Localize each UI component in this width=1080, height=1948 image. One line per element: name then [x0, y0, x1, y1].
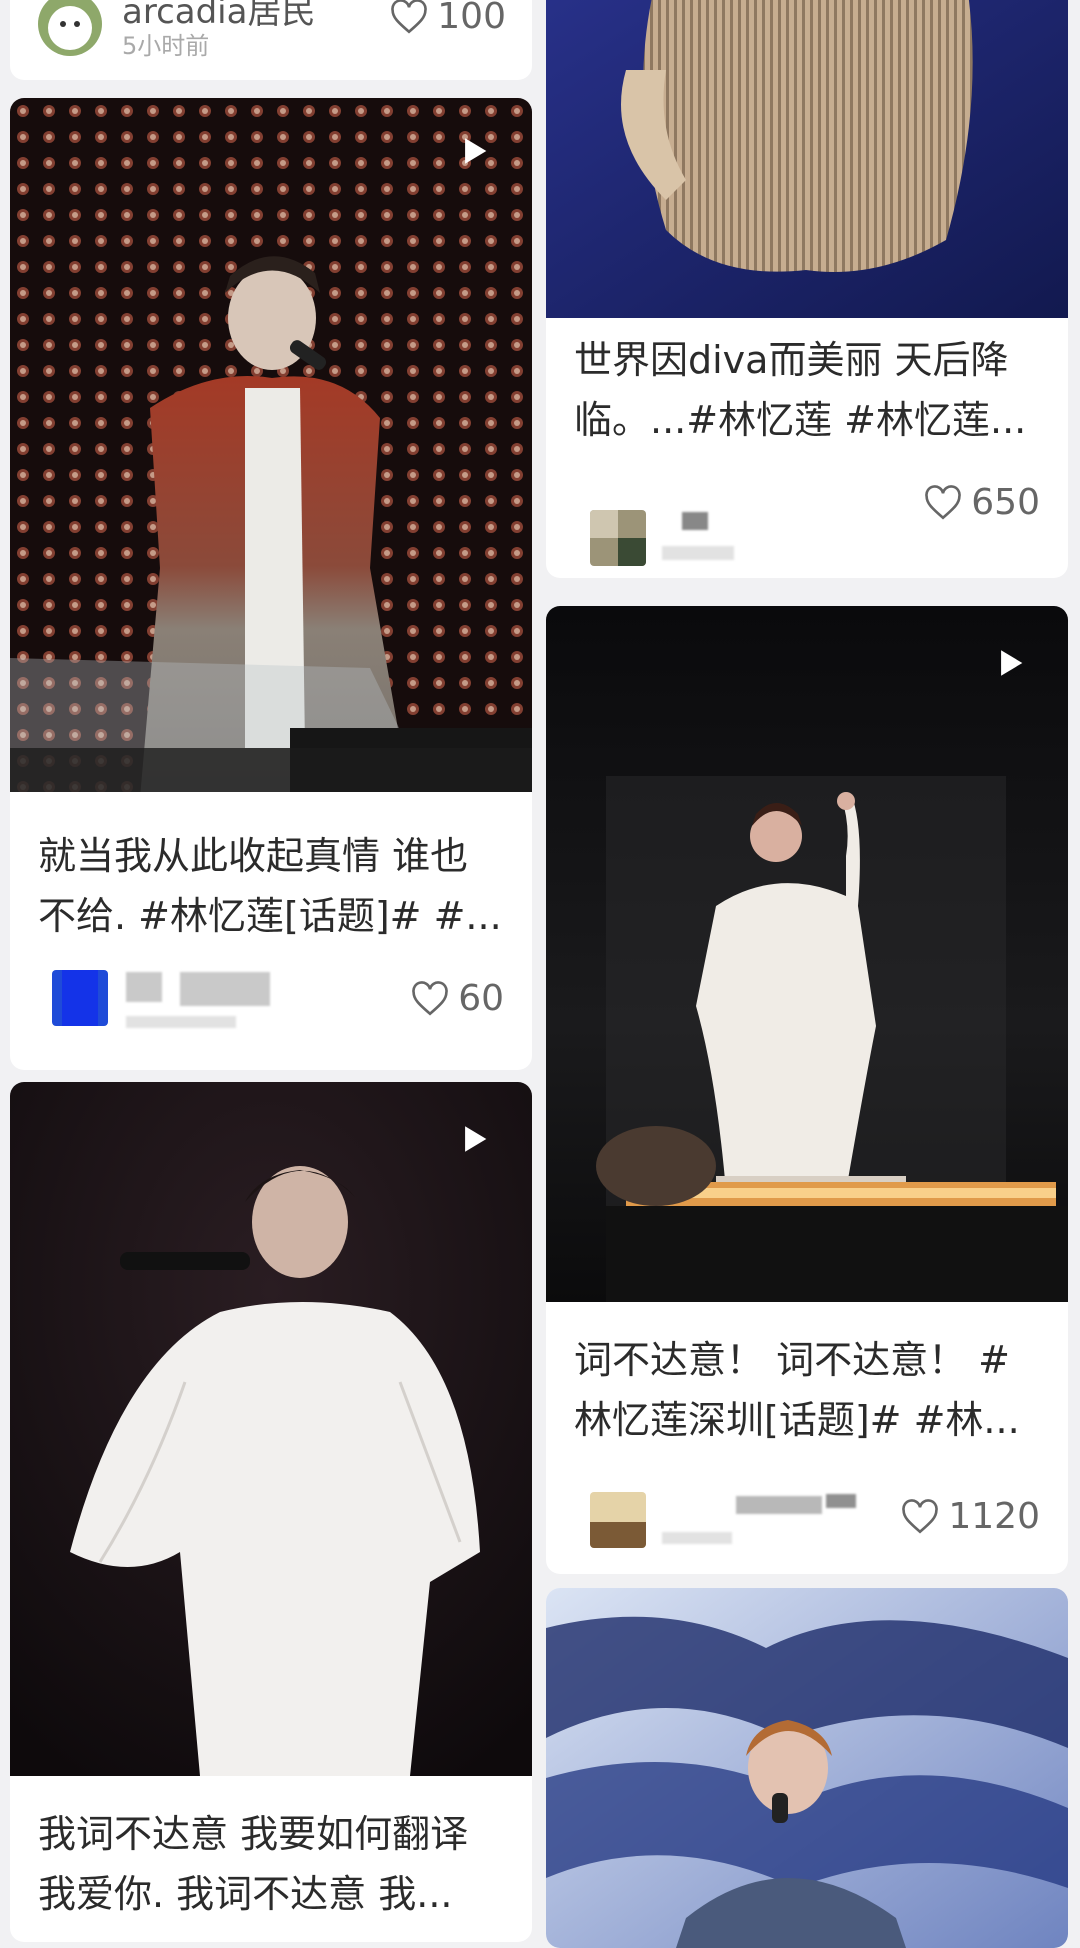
post-photo[interactable] — [10, 1082, 532, 1776]
post-time-blurred — [662, 1532, 732, 1544]
post-photo[interactable] — [546, 606, 1068, 1302]
like-button[interactable]: 60 — [410, 978, 504, 1019]
post-title[interactable]: 就当我从此收起真情 谁也不给. #林忆莲[话题]# #... — [38, 826, 504, 946]
feed-card[interactable]: 世界因diva而美丽 天后降临。...#林忆莲 #林忆莲... 650 — [546, 0, 1068, 578]
author-name-blurred — [682, 512, 708, 530]
post-time-blurred — [126, 1016, 236, 1028]
author-avatar[interactable] — [590, 510, 646, 566]
like-count: 1120 — [948, 1496, 1040, 1537]
post-photo[interactable] — [546, 1588, 1068, 1948]
post-title[interactable]: 世界因diva而美丽 天后降临。...#林忆莲 #林忆莲... — [574, 330, 1040, 450]
author-avatar[interactable] — [52, 970, 108, 1026]
play-icon — [458, 1122, 492, 1156]
author-name-blurred — [126, 972, 162, 1002]
heart-outline-icon — [412, 980, 448, 1015]
like-button[interactable]: 1120 — [900, 1496, 1040, 1537]
play-icon — [994, 646, 1028, 680]
post-photo[interactable] — [10, 98, 532, 792]
feed-card[interactable] — [546, 1588, 1068, 1948]
feed-card[interactable]: 词不达意！ 词不达意！ #林忆莲深圳[话题]# #林... 1120 — [546, 606, 1068, 1574]
post-title[interactable]: 词不达意！ 词不达意！ #林忆莲深圳[话题]# #林... — [574, 1330, 1040, 1450]
feed-card-top-left[interactable]: arcadia居民 5小时前 100 — [10, 0, 532, 80]
author-avatar[interactable] — [590, 1492, 646, 1548]
post-time: 5小时前 — [122, 32, 210, 60]
author-avatar[interactable] — [38, 0, 102, 56]
like-button[interactable]: 650 — [923, 482, 1040, 523]
feed-card[interactable]: 我词不达意 我要如何翻译我爱你. 我词不达意 我... — [10, 1082, 532, 1942]
like-count: 650 — [971, 482, 1040, 523]
heart-outline-icon — [902, 1498, 939, 1533]
heart-outline-icon — [391, 0, 428, 33]
like-count: 100 — [437, 0, 506, 37]
avatar-illustration — [48, 6, 92, 50]
author-name-blurred — [826, 1494, 856, 1508]
post-photo[interactable] — [546, 0, 1068, 318]
like-count: 60 — [458, 978, 504, 1019]
play-icon — [458, 134, 492, 168]
feed-card[interactable]: 就当我从此收起真情 谁也不给. #林忆莲[话题]# #... 60 — [10, 98, 532, 1070]
post-time-blurred — [662, 546, 734, 560]
heart-outline-icon — [925, 484, 962, 519]
author-name-blurred — [180, 972, 270, 1006]
author-name-blurred — [736, 1496, 822, 1514]
post-title[interactable]: 我词不达意 我要如何翻译我爱你. 我词不达意 我... — [38, 1804, 504, 1924]
like-button[interactable]: 100 — [389, 0, 506, 37]
